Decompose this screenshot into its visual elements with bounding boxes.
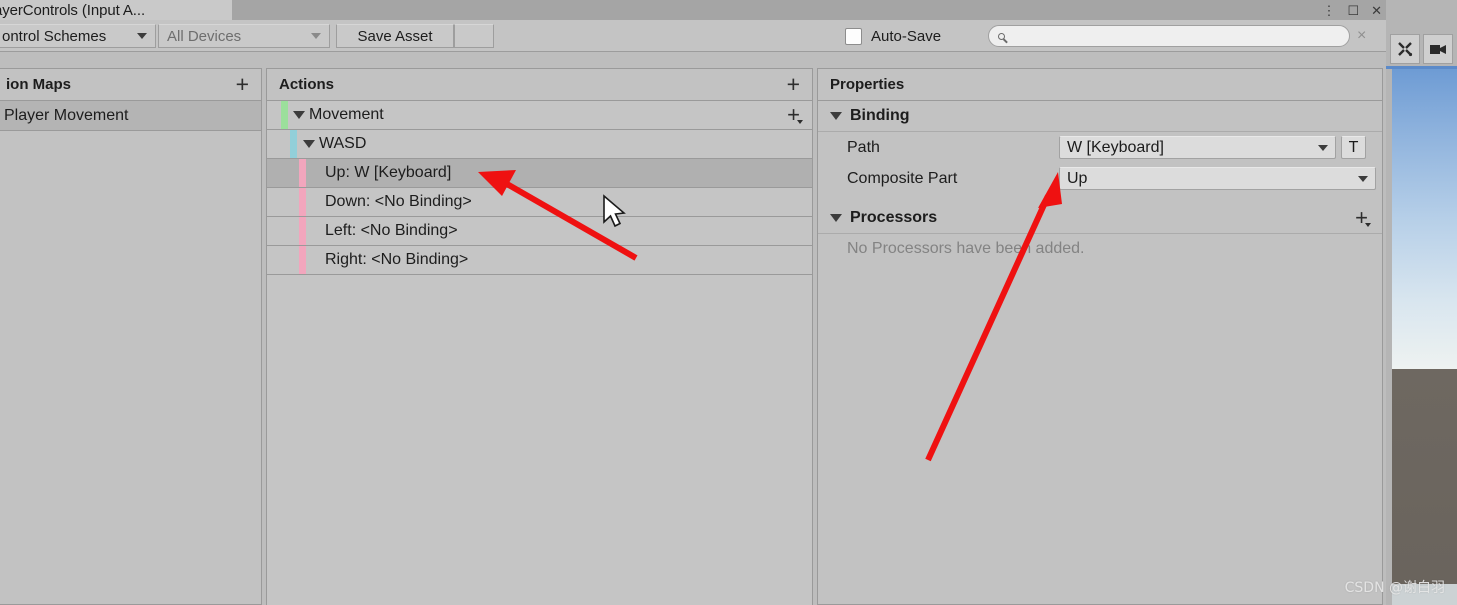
scene-selection-edge: [1386, 66, 1457, 69]
tree-row-movement[interactable]: Movement +: [267, 101, 812, 130]
composite-part-label: Composite Part: [847, 169, 958, 187]
processors-section-header[interactable]: Processors +: [818, 203, 1382, 234]
actions-title: Actions: [279, 76, 335, 93]
composite-color-indicator: [290, 130, 297, 158]
processors-section-label: Processors: [850, 209, 938, 226]
search-input[interactable]: [1011, 28, 1321, 44]
tab-player-controls[interactable]: ayerControls (Input A...: [0, 0, 232, 20]
scene-ground: [1392, 368, 1457, 584]
chevron-down-icon[interactable]: [293, 111, 305, 119]
tree-row-binding-down[interactable]: Down: <No Binding>: [267, 188, 812, 217]
scene-view-strip: [1386, 0, 1457, 605]
actions-header: Actions +: [267, 69, 812, 101]
window-close-icon[interactable]: ✕: [1371, 4, 1382, 17]
add-action-map-button[interactable]: +: [236, 73, 249, 96]
binding-color-indicator: [299, 188, 306, 216]
action-map-label: Player Movement: [4, 106, 129, 124]
add-processor-button[interactable]: +: [1355, 207, 1371, 229]
window-menu-icon[interactable]: ⋮: [1322, 4, 1335, 17]
tree-row-label: Down: <No Binding>: [325, 193, 472, 210]
binding-color-indicator: [299, 159, 306, 187]
tree-row-binding-right[interactable]: Right: <No Binding>: [267, 246, 812, 275]
action-map-item-player-movement[interactable]: Player Movement: [0, 101, 261, 131]
chevron-down-icon[interactable]: [830, 214, 842, 222]
tab-strip-empty: [232, 0, 1386, 20]
tree-row-label: Right: <No Binding>: [325, 251, 469, 268]
chevron-down-icon: [311, 33, 321, 39]
actions-panel: Actions + Movement + WASD Up: W [Keyboar…: [266, 68, 813, 605]
close-icon: ×: [1357, 27, 1367, 44]
tree-row-label: Movement: [309, 106, 384, 123]
binding-section-label: Binding: [850, 107, 910, 124]
control-schemes-dropdown[interactable]: ontrol Schemes: [0, 24, 156, 48]
tools-icon[interactable]: [1390, 34, 1420, 64]
window-title-bar: ayerControls (Input A... ⋮ ☐ ✕: [0, 0, 1386, 20]
action-maps-title: ion Maps: [6, 76, 72, 93]
tree-row-binding-left[interactable]: Left: <No Binding>: [267, 217, 812, 246]
binding-color-indicator: [299, 217, 306, 245]
tree-row-label: Left: <No Binding>: [325, 222, 458, 239]
save-asset-button[interactable]: Save Asset: [336, 24, 454, 48]
binding-color-indicator: [299, 246, 306, 274]
save-asset-label: Save Asset: [357, 27, 433, 45]
auto-save-label: Auto-Save: [871, 27, 942, 45]
tab-label: ayerControls (Input A...: [0, 1, 146, 19]
processors-empty-message: No Processors have been added.: [847, 240, 1085, 257]
add-action-button[interactable]: +: [787, 73, 800, 96]
path-label: Path: [847, 138, 880, 156]
action-maps-panel: ion Maps + Player Movement: [0, 68, 262, 605]
path-listen-label: T: [1348, 138, 1359, 156]
path-dropdown[interactable]: W [Keyboard]: [1059, 136, 1336, 159]
actions-empty-area[interactable]: [267, 275, 812, 605]
all-devices-dropdown[interactable]: All Devices: [158, 24, 330, 48]
chevron-down-icon[interactable]: [830, 112, 842, 120]
search-clear-button[interactable]: ×: [1357, 20, 1366, 52]
composite-part-dropdown[interactable]: Up: [1059, 167, 1376, 190]
chevron-down-icon: [137, 33, 147, 39]
watermark: CSDN @谢白羽: [1344, 580, 1445, 596]
search-icon: [998, 32, 1005, 40]
action-maps-header: ion Maps +: [0, 69, 261, 101]
path-listen-button[interactable]: T: [1341, 136, 1366, 159]
window-maximize-icon[interactable]: ☐: [1347, 4, 1359, 17]
tree-row-binding-up[interactable]: Up: W [Keyboard]: [267, 159, 812, 188]
path-field-row: Path W [Keyboard] T: [818, 132, 1382, 163]
composite-part-field-row: Composite Part Up: [818, 163, 1382, 194]
properties-panel: Properties Binding Path W [Keyboard] T C…: [817, 68, 1383, 605]
toolbar-spacer: [454, 24, 494, 48]
binding-section-header[interactable]: Binding: [818, 101, 1382, 132]
chevron-down-icon[interactable]: [303, 140, 315, 148]
action-color-indicator: [281, 101, 288, 129]
chevron-down-icon: [1358, 175, 1368, 182]
auto-save-toggle[interactable]: Auto-Save: [845, 20, 941, 52]
processors-empty-message-row: No Processors have been added.: [818, 234, 1382, 264]
control-schemes-label: ontrol Schemes: [2, 27, 107, 45]
all-devices-label: All Devices: [167, 27, 242, 45]
tree-row-label: WASD: [319, 135, 367, 152]
properties-header: Properties: [818, 69, 1382, 101]
auto-save-checkbox[interactable]: [845, 27, 862, 45]
scene-sky: [1392, 68, 1457, 369]
search-box[interactable]: [988, 25, 1350, 47]
chevron-down-icon: [1318, 144, 1328, 151]
scene-toolbar: [1386, 30, 1457, 68]
scene-viewport[interactable]: [1392, 68, 1457, 605]
tree-row-label: Up: W [Keyboard]: [325, 164, 452, 181]
camera-icon[interactable]: [1423, 34, 1453, 64]
properties-title: Properties: [830, 76, 905, 93]
tree-row-wasd[interactable]: WASD: [267, 130, 812, 159]
add-binding-button[interactable]: +: [787, 104, 803, 126]
window-controls: ⋮ ☐ ✕: [1322, 0, 1382, 20]
composite-part-value: Up: [1067, 169, 1088, 187]
path-value: W [Keyboard]: [1067, 138, 1164, 156]
